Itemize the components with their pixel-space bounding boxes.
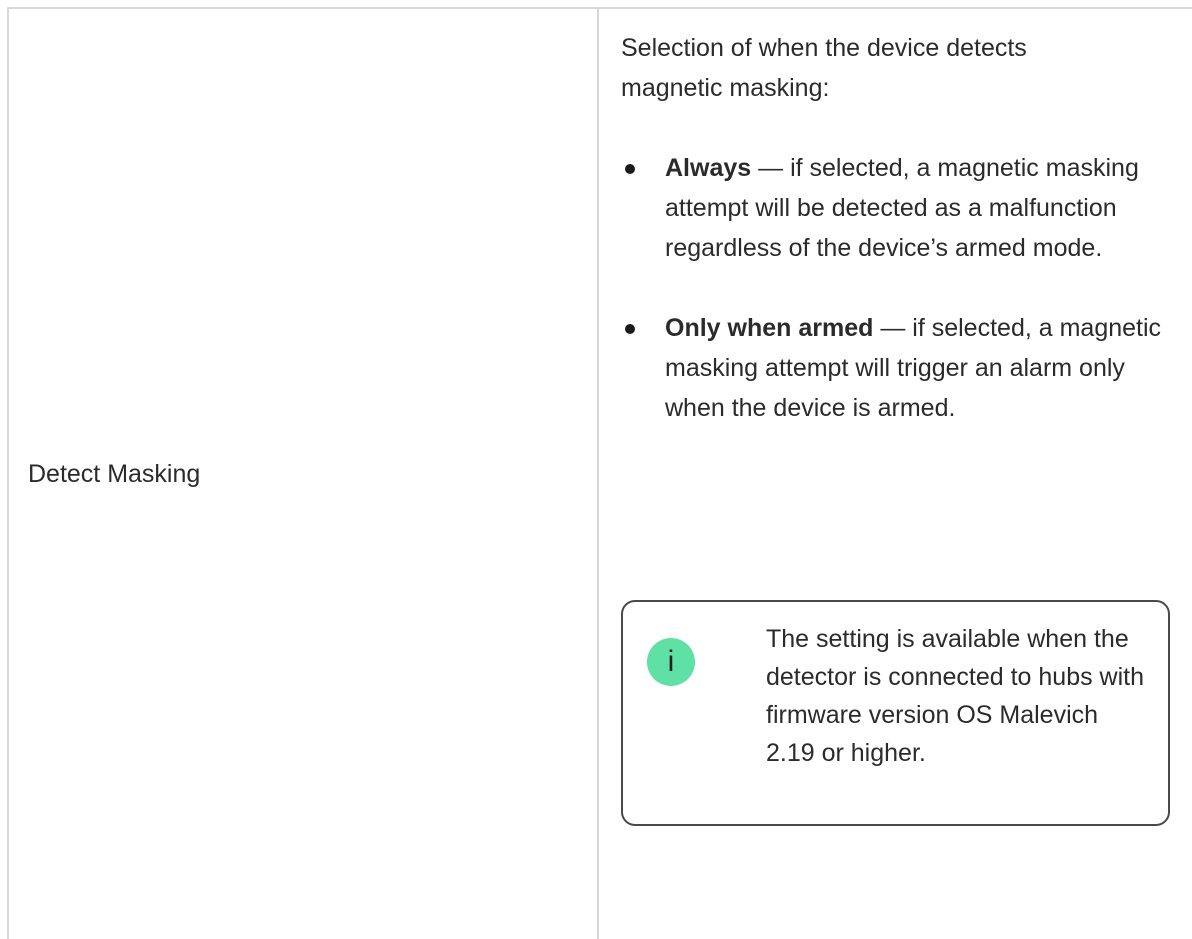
info-note: i The setting is available when the dete… <box>621 600 1170 826</box>
table-left-border <box>7 7 9 939</box>
list-item: Always — if selected, a magnetic masking… <box>621 148 1185 268</box>
option-term: Only when armed <box>665 314 874 342</box>
bullet-dot-icon <box>625 164 635 174</box>
list-item: Only when armed — if selected, a magneti… <box>621 308 1185 428</box>
setting-description: Selection of when the device detects mag… <box>621 28 1176 826</box>
table-column-divider <box>597 7 599 939</box>
setting-name: Detect Masking <box>28 460 201 488</box>
bullet-dot-icon <box>625 324 635 334</box>
option-term: Always <box>665 154 752 182</box>
info-note-text: The setting is available when the detect… <box>766 625 1145 767</box>
description-intro: Selection of when the device detects mag… <box>621 34 1027 102</box>
table-top-border <box>7 7 1192 9</box>
option-list: Always — if selected, a magnetic masking… <box>621 148 1176 428</box>
info-icon: i <box>647 638 695 686</box>
settings-table: Detect Masking Selection of when the dev… <box>0 0 1192 939</box>
